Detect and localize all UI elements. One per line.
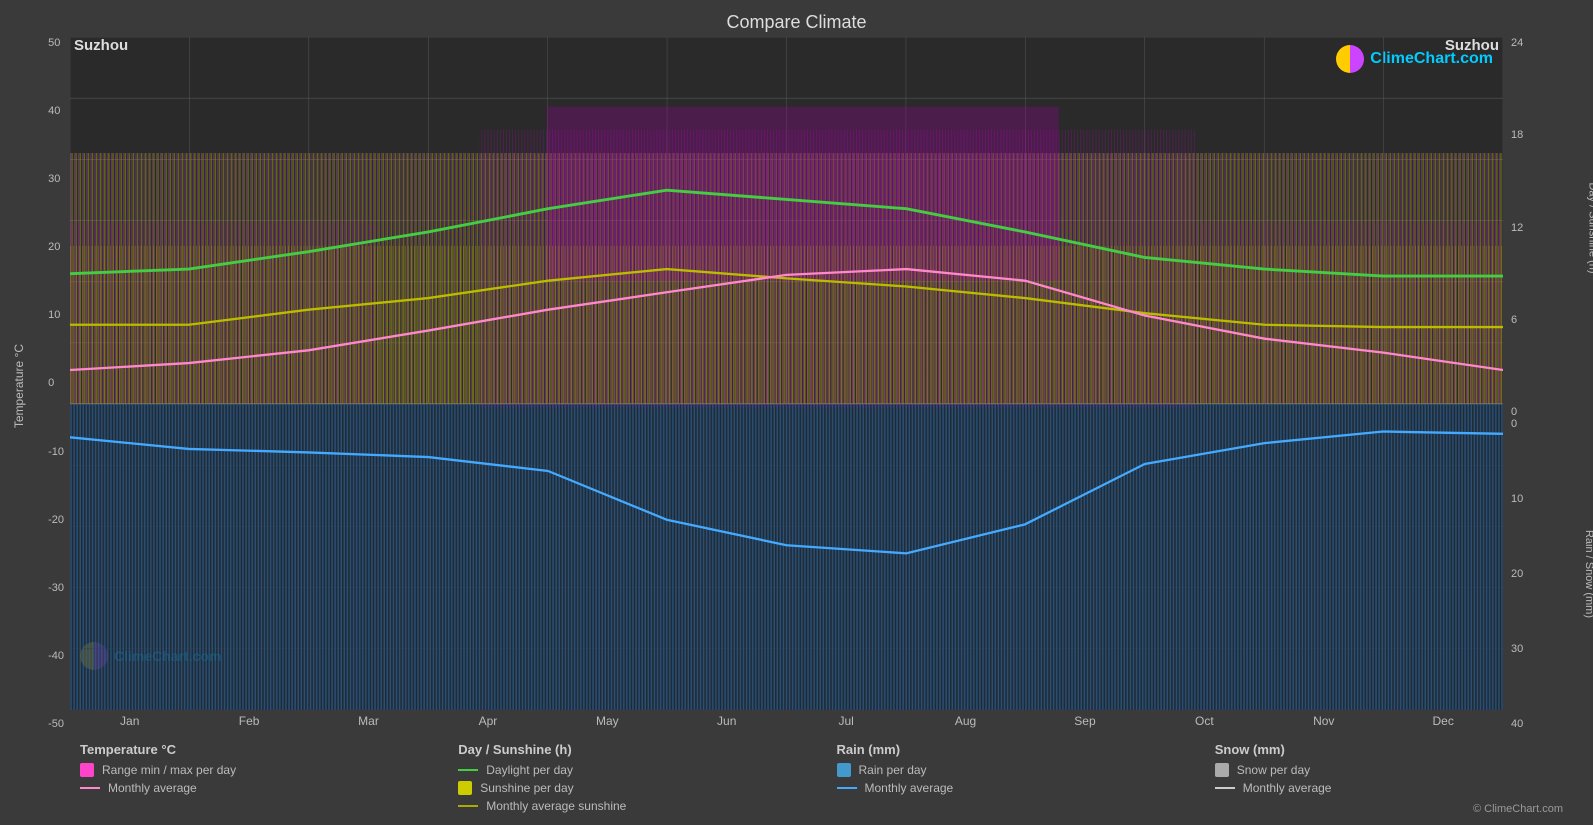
x-month-aug: Aug [906, 714, 1025, 728]
legend-temp-range: Range min / max per day [80, 763, 438, 777]
legend-temp-range-swatch [80, 763, 94, 777]
legend-sunshine-bar-label: Sunshine per day [480, 781, 573, 795]
legend-temp-avg-line [80, 787, 100, 789]
copyright: © ClimeChart.com [1473, 803, 1563, 815]
legend-temp-avg-label: Monthly average [108, 781, 197, 795]
legend-sunshine-avg: Monthly average sunshine [458, 799, 816, 813]
legend-rain-avg-label: Monthly average [865, 781, 954, 795]
x-month-dec: Dec [1383, 714, 1502, 728]
x-month-may: May [548, 714, 667, 728]
legend-rain: Rain (mm) Rain per day Monthly average [837, 742, 1195, 817]
legend-snow-avg-label: Monthly average [1243, 781, 1332, 795]
x-month-nov: Nov [1264, 714, 1383, 728]
chart-main: Suzhou Suzhou ClimeChart.com ClimeChart.… [70, 37, 1503, 730]
legend-sunshine-avg-line [458, 805, 478, 807]
legend-snow-title: Snow (mm) [1215, 742, 1573, 757]
y-axis-right-top: 24 18 12 6 0 Day / Sunshine (h) [1503, 37, 1583, 418]
legend-sunshine: Day / Sunshine (h) Daylight per day Suns… [458, 742, 816, 817]
x-month-apr: Apr [428, 714, 547, 728]
legend-sunshine-avg-label: Monthly average sunshine [486, 799, 626, 813]
page-container: Compare Climate Temperature °C 50 40 30 … [0, 0, 1593, 825]
chart-svg [70, 37, 1503, 710]
legend-snow-bar-label: Snow per day [1237, 763, 1310, 777]
x-month-oct: Oct [1145, 714, 1264, 728]
legend-rain-swatch [837, 763, 851, 777]
legend-snow-bar: Snow per day [1215, 763, 1573, 777]
chart-area: Suzhou Suzhou ClimeChart.com ClimeChart.… [70, 37, 1503, 710]
y-axis-right-bottom: 0 10 20 30 40 Rain / Snow (mm) [1503, 418, 1583, 730]
legend-temperature: Temperature °C Range min / max per day M… [80, 742, 438, 817]
legend-snow: Snow (mm) Snow per day Monthly average ©… [1215, 742, 1573, 817]
legend-temp-title: Temperature °C [80, 742, 438, 757]
x-month-jun: Jun [667, 714, 786, 728]
x-axis: Jan Feb Mar Apr May Jun Jul Aug Sep Oct … [70, 710, 1503, 730]
chart-title: Compare Climate [0, 0, 1593, 37]
y-axis-left-label: Temperature °C [12, 344, 26, 428]
y-axis-right-bottom-label: Rain / Snow (mm) [1583, 530, 1593, 618]
legend-sunshine-bar: Sunshine per day [458, 781, 816, 795]
x-month-sep: Sep [1025, 714, 1144, 728]
legend-daylight: Daylight per day [458, 763, 816, 777]
legend-rain-title: Rain (mm) [837, 742, 1195, 757]
legend-rain-bar: Rain per day [837, 763, 1195, 777]
legend-snow-swatch [1215, 763, 1229, 777]
x-month-jul: Jul [786, 714, 905, 728]
legend-snow-avg-line [1215, 787, 1235, 789]
legend-temp-range-label: Range min / max per day [102, 763, 236, 777]
y-axis-left: Temperature °C 50 40 30 20 10 0 -10 -20 … [10, 37, 70, 730]
x-month-feb: Feb [189, 714, 308, 728]
legend-area: Temperature °C Range min / max per day M… [0, 730, 1593, 825]
legend-snow-avg: Monthly average [1215, 781, 1573, 795]
legend-temp-avg: Monthly average [80, 781, 438, 795]
legend-rain-bar-label: Rain per day [859, 763, 927, 777]
y-axis-right-top-label: Day / Sunshine (h) [1586, 182, 1593, 273]
legend-daylight-line [458, 769, 478, 771]
legend-daylight-label: Daylight per day [486, 763, 573, 777]
x-month-mar: Mar [309, 714, 428, 728]
chart-wrapper: Temperature °C 50 40 30 20 10 0 -10 -20 … [0, 37, 1593, 730]
legend-rain-avg: Monthly average [837, 781, 1195, 795]
legend-rain-avg-line [837, 787, 857, 789]
legend-sunshine-swatch [458, 781, 472, 795]
y-axis-right: 24 18 12 6 0 Day / Sunshine (h) 0 10 20 … [1503, 37, 1583, 730]
x-month-jan: Jan [70, 714, 189, 728]
legend-sunshine-title: Day / Sunshine (h) [458, 742, 816, 757]
